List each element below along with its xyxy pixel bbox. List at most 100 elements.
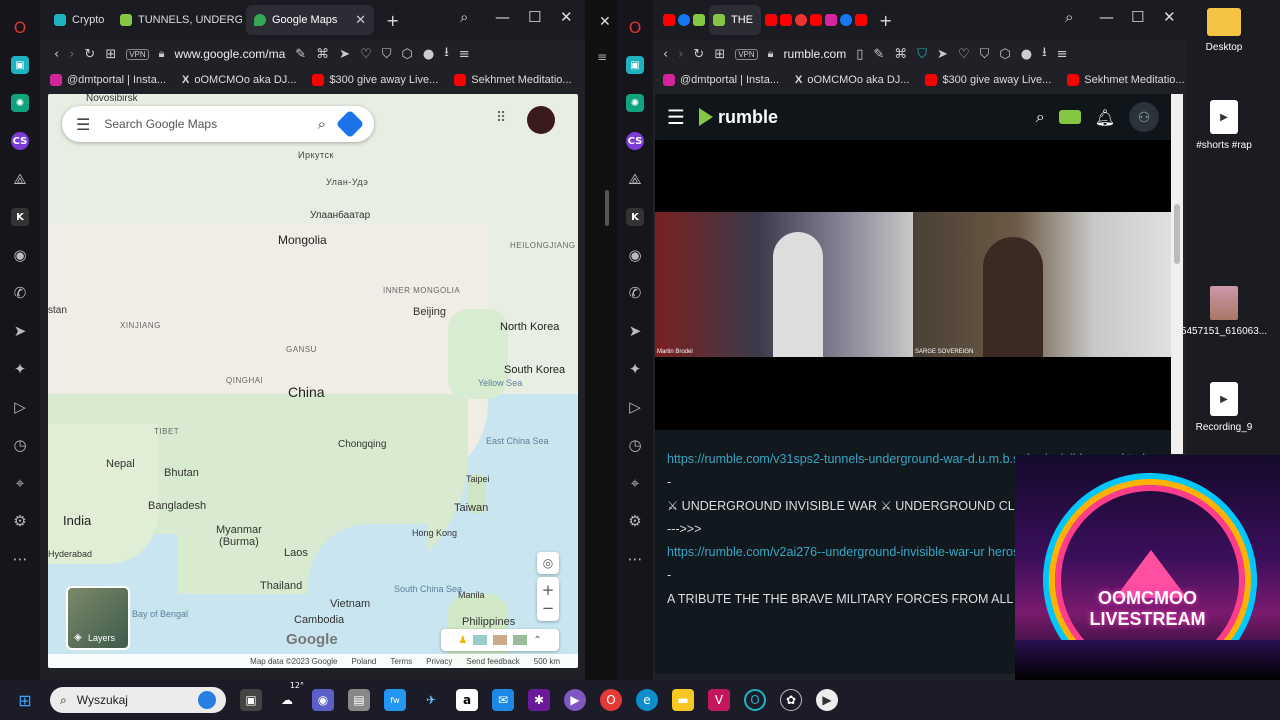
tab-crypto[interactable]: Crypto bbox=[46, 5, 108, 35]
pegman-icon[interactable]: ♟ bbox=[458, 635, 467, 646]
history-icon[interactable]: ◷ bbox=[0, 426, 40, 464]
minimize-button[interactable]: — bbox=[1099, 8, 1114, 26]
app-icon[interactable]: fw bbox=[384, 689, 406, 711]
download-icon[interactable]: ⭳ bbox=[444, 43, 449, 65]
bing-icon[interactable] bbox=[198, 691, 216, 709]
shield-icon[interactable]: ⛉ bbox=[917, 47, 927, 62]
wallet-icon[interactable]: ▣ bbox=[617, 46, 653, 84]
shield-check-icon[interactable]: ⛉ bbox=[980, 47, 990, 62]
arc-icon[interactable]: ⟁ bbox=[617, 160, 653, 198]
close-window-button[interactable]: ✕ bbox=[560, 8, 573, 26]
taskbar-search[interactable]: ⌕ Wyszukaj bbox=[50, 687, 226, 713]
desktop-file-shorts[interactable]: ▶ #shorts #rap bbox=[1180, 100, 1268, 151]
new-tab-button[interactable]: + bbox=[378, 5, 407, 35]
heart-icon[interactable]: ♡ bbox=[958, 47, 970, 62]
menu-icon[interactable]: ≡ bbox=[459, 47, 470, 62]
telegram-icon[interactable]: ➤ bbox=[617, 312, 653, 350]
task-view-icon[interactable]: ▣ bbox=[240, 689, 262, 711]
map-thumb[interactable] bbox=[513, 635, 528, 645]
download-icon[interactable]: ⭳ bbox=[1042, 43, 1047, 65]
maximize-button[interactable]: ☐ bbox=[528, 8, 541, 26]
app-icon[interactable]: ▶ bbox=[564, 689, 586, 711]
app-icon[interactable]: ✈ bbox=[420, 689, 442, 711]
box-icon[interactable]: ⬡ bbox=[401, 47, 412, 62]
desktop-folder[interactable]: Desktop bbox=[1180, 8, 1268, 53]
discord-icon[interactable]: ◉ bbox=[617, 236, 653, 274]
app-icon[interactable]: ✱ bbox=[528, 689, 550, 711]
camera-icon[interactable]: ⌘ bbox=[316, 47, 329, 62]
bookmark-instagram[interactable]: @dmtportal | Insta... bbox=[663, 74, 779, 86]
cs-icon[interactable]: CS bbox=[617, 122, 653, 160]
menu-icon[interactable]: ≡ bbox=[1057, 47, 1068, 62]
vivaldi-icon[interactable]: V bbox=[708, 689, 730, 711]
discord-icon[interactable]: ◉ bbox=[0, 236, 40, 274]
back-icon[interactable]: ‹ bbox=[663, 47, 668, 62]
opera-gx-icon[interactable]: O bbox=[744, 689, 766, 711]
tab-tunnels[interactable]: TUNNELS, UNDERGR ✕ bbox=[112, 5, 242, 35]
app-icon[interactable]: ✿ bbox=[780, 689, 802, 711]
send-icon[interactable]: ➤ bbox=[937, 47, 948, 62]
profile-icon[interactable]: ● bbox=[423, 47, 434, 62]
desktop-file-recording[interactable]: ▶ Recording_9 bbox=[1180, 382, 1268, 433]
opera-icon[interactable]: O bbox=[600, 689, 622, 711]
layers-button[interactable]: ◈ Layers bbox=[66, 586, 130, 650]
media-player-icon[interactable]: ▶ bbox=[816, 689, 838, 711]
url-field[interactable]: www.google.com/ma bbox=[175, 47, 286, 61]
pinned-tabs[interactable] bbox=[763, 5, 869, 35]
send-icon[interactable]: ➤ bbox=[339, 47, 350, 62]
box-icon[interactable]: ⬡ bbox=[999, 47, 1010, 62]
account-avatar[interactable] bbox=[527, 106, 555, 134]
bookmark-youtube-giveaway[interactable]: $300 give away Live... bbox=[925, 74, 1051, 86]
pin-icon[interactable]: ⌖ bbox=[0, 464, 40, 502]
zoom-out-button[interactable]: − bbox=[542, 599, 555, 617]
camera-icon[interactable]: ⌘ bbox=[894, 47, 907, 62]
expand-icon[interactable]: ⌃ bbox=[533, 635, 541, 646]
vpn-badge[interactable]: VPN bbox=[126, 48, 149, 60]
maximize-button[interactable]: ☐ bbox=[1131, 8, 1144, 26]
chatgpt-icon[interactable]: ✺ bbox=[617, 84, 653, 122]
arc-icon[interactable]: ⟁ bbox=[0, 160, 40, 198]
amazon-icon[interactable]: a bbox=[456, 689, 478, 711]
map-thumb[interactable] bbox=[473, 635, 488, 645]
search-tabs-icon[interactable]: ⌕ bbox=[1065, 8, 1073, 26]
opera-logo-icon[interactable]: O bbox=[617, 8, 653, 46]
twitter-icon[interactable]: ✦ bbox=[617, 350, 653, 388]
privacy-link[interactable]: Privacy bbox=[426, 657, 452, 666]
maps-search-input[interactable]: Search Google Maps bbox=[104, 117, 303, 131]
tabs-grid-icon[interactable]: ⊞ bbox=[714, 47, 725, 62]
play-icon[interactable]: ▷ bbox=[617, 388, 653, 426]
description-link[interactable]: https://rumble.com/v2ai276--underground-… bbox=[667, 545, 1046, 559]
store-icon[interactable]: ▤ bbox=[348, 689, 370, 711]
k-icon[interactable]: K bbox=[617, 198, 653, 236]
teams-icon[interactable]: ◉ bbox=[312, 689, 334, 711]
whatsapp-icon[interactable]: ✆ bbox=[617, 274, 653, 312]
back-icon[interactable]: ‹ bbox=[54, 47, 59, 62]
feedback-link[interactable]: Send feedback bbox=[466, 657, 519, 666]
heart-icon[interactable]: ♡ bbox=[360, 47, 372, 62]
search-icon[interactable]: ⌕ bbox=[1036, 107, 1045, 127]
windows-start-icon[interactable]: ⊞ bbox=[14, 689, 36, 711]
mail-icon[interactable]: ✉ bbox=[492, 689, 514, 711]
profile-icon[interactable]: ● bbox=[1021, 47, 1032, 62]
settings-icon[interactable]: ⚙ bbox=[617, 502, 653, 540]
bookmark-instagram[interactable]: @dmtportal | Insta... bbox=[50, 74, 166, 86]
weather-icon[interactable]: ☁ 12° bbox=[276, 681, 304, 711]
forward-icon[interactable]: › bbox=[69, 47, 74, 62]
tab-google-maps[interactable]: Google Maps ✕ bbox=[246, 5, 374, 35]
forward-icon[interactable]: › bbox=[678, 47, 683, 62]
upload-video-icon[interactable] bbox=[1058, 110, 1081, 124]
terms-link[interactable]: Terms bbox=[390, 657, 412, 666]
edit-icon[interactable]: ✎ bbox=[873, 47, 884, 62]
my-location-icon[interactable]: ◎ bbox=[537, 552, 559, 574]
hamburger-menu-icon[interactable]: ☰ bbox=[667, 105, 685, 129]
region-link[interactable]: Poland bbox=[351, 657, 376, 666]
menu-icon[interactable]: ≡ bbox=[597, 50, 607, 64]
pin-icon[interactable]: ⌖ bbox=[617, 464, 653, 502]
play-icon[interactable]: ▷ bbox=[0, 388, 40, 426]
vpn-badge[interactable]: VPN bbox=[735, 48, 758, 60]
history-icon[interactable]: ◷ bbox=[617, 426, 653, 464]
close-icon[interactable]: ✕ bbox=[599, 14, 611, 30]
bookmark-x[interactable]: XoOMCMOo aka DJ... bbox=[795, 74, 909, 86]
bell-icon[interactable]: 🔔︎ bbox=[1095, 108, 1115, 127]
more-icon[interactable]: ⋯ bbox=[617, 540, 653, 578]
